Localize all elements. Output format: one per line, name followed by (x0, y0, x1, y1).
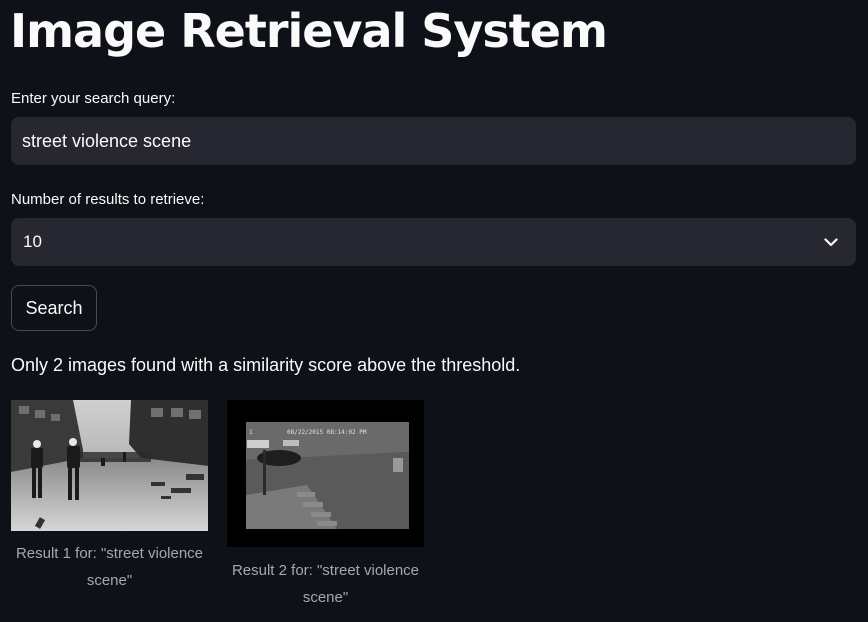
result-caption-1: Result 1 for: "street violence scene" (15, 545, 204, 589)
num-results-select[interactable]: 10 (11, 218, 856, 266)
query-label: Enter your search query: (11, 90, 176, 107)
cctv-timestamp: 08/22/2015 08:14:02 PM (287, 429, 367, 436)
svg-text:1: 1 (249, 429, 253, 436)
search-button[interactable]: Search (11, 285, 97, 331)
result-caption-2: Result 2 for: "street violence scene" (231, 562, 420, 606)
num-results-value: 10 (23, 232, 42, 251)
result-image-2: 08/22/2015 08:14:02 PM 1 (227, 400, 424, 547)
result-image-1 (11, 400, 208, 531)
results-info-text: Only 2 images found with a similarity sc… (11, 355, 521, 375)
page-title: Image Retrieval System (10, 4, 608, 58)
chevron-down-icon (822, 233, 840, 251)
app-container: Image Retrieval System Enter your search… (0, 0, 868, 622)
search-input[interactable] (11, 117, 856, 165)
num-results-label: Number of results to retrieve: (11, 191, 205, 208)
result-card-1: Result 1 for: "street violence scene" (11, 400, 208, 594)
result-card-2: 08/22/2015 08:14:02 PM 1 Result 2 for: "… (227, 400, 424, 611)
